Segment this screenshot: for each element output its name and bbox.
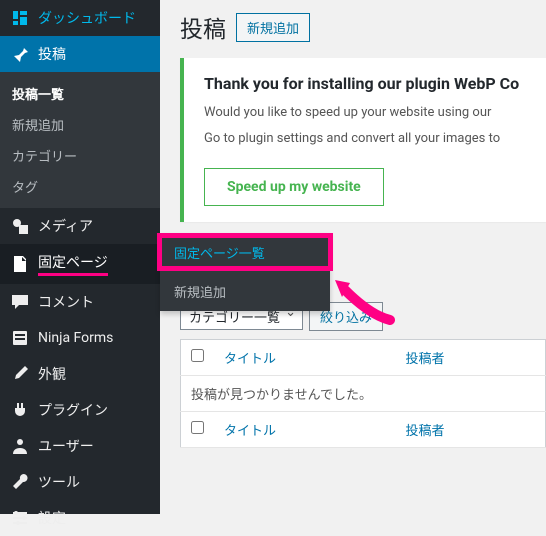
col-title-footer[interactable]: タイトル bbox=[214, 412, 395, 448]
submenu-posts-new[interactable]: 新規追加 bbox=[0, 109, 160, 140]
brush-icon bbox=[10, 364, 30, 384]
sidebar-label: 外観 bbox=[38, 364, 66, 384]
col-author-header[interactable]: 投稿者 bbox=[395, 340, 545, 376]
sidebar-item-comments[interactable]: コメント bbox=[0, 284, 160, 320]
submenu-posts-tags[interactable]: タグ bbox=[0, 171, 160, 202]
sidebar-item-appearance[interactable]: 外観 bbox=[0, 356, 160, 392]
plug-icon bbox=[10, 400, 30, 420]
sidebar-item-plugins[interactable]: プラグイン bbox=[0, 392, 160, 428]
plugin-notice: Thank you for installing our plugin WebP… bbox=[180, 58, 546, 222]
sidebar-label: ツール bbox=[38, 472, 80, 492]
pages-flyout-menu: 固定ページ一覧 新規追加 bbox=[160, 233, 330, 311]
no-posts-message: 投稿が見つかりませんでした。 bbox=[181, 376, 546, 412]
col-author-footer[interactable]: 投稿者 bbox=[395, 412, 545, 448]
sidebar-item-tools[interactable]: ツール bbox=[0, 464, 160, 500]
sidebar-label: コメント bbox=[38, 292, 94, 312]
posts-table: タイトル 投稿者 投稿が見つかりませんでした。 タイトル 投稿者 bbox=[180, 339, 546, 448]
sidebar-item-settings[interactable]: 設定 bbox=[0, 500, 160, 536]
sidebar-label: メディア bbox=[38, 216, 93, 236]
form-icon bbox=[10, 328, 30, 348]
sidebar-label: Ninja Forms bbox=[38, 330, 113, 346]
notice-line: Would you like to speed up your website … bbox=[204, 103, 526, 123]
user-icon bbox=[10, 436, 30, 456]
media-icon bbox=[10, 216, 30, 236]
select-all-header bbox=[181, 340, 215, 376]
sidebar-label: 固定ページ bbox=[38, 252, 108, 276]
sidebar-label: プラグイン bbox=[38, 400, 108, 420]
sidebar-label: 投稿 bbox=[38, 44, 66, 64]
sidebar-posts-submenu: 投稿一覧 新規追加 カテゴリー タグ bbox=[0, 72, 160, 208]
add-new-button[interactable]: 新規追加 bbox=[236, 13, 310, 42]
admin-sidebar: ダッシュボード 投稿 投稿一覧 新規追加 カテゴリー タグ メディア 固定ページ… bbox=[0, 0, 160, 514]
select-all-checkbox[interactable] bbox=[191, 349, 204, 362]
sidebar-label: 設定 bbox=[38, 508, 66, 528]
sidebar-item-users[interactable]: ユーザー bbox=[0, 428, 160, 464]
page-icon bbox=[10, 254, 30, 274]
notice-title: Thank you for installing our plugin WebP… bbox=[204, 74, 526, 93]
sidebar-label: ユーザー bbox=[38, 436, 94, 456]
comment-icon bbox=[10, 292, 30, 312]
flyout-pages-all[interactable]: 固定ページ一覧 bbox=[160, 233, 330, 272]
wrench-icon bbox=[10, 472, 30, 492]
sliders-icon bbox=[10, 508, 30, 528]
page-header: 投稿 新規追加 bbox=[180, 10, 546, 44]
pin-icon bbox=[10, 44, 30, 64]
sidebar-label: ダッシュボード bbox=[38, 8, 136, 28]
select-all-checkbox[interactable] bbox=[191, 421, 204, 434]
sidebar-item-posts[interactable]: 投稿 bbox=[0, 36, 160, 72]
flyout-pages-new[interactable]: 新規追加 bbox=[160, 272, 330, 311]
sidebar-item-ninja-forms[interactable]: Ninja Forms bbox=[0, 320, 160, 356]
select-all-footer bbox=[181, 412, 215, 448]
speed-up-button[interactable]: Speed up my website bbox=[204, 168, 384, 206]
notice-line: Go to plugin settings and convert all yo… bbox=[204, 129, 526, 149]
submenu-posts-categories[interactable]: カテゴリー bbox=[0, 140, 160, 171]
main-content: 投稿 新規追加 Thank you for installing our plu… bbox=[160, 0, 546, 448]
page-title: 投稿 bbox=[180, 10, 226, 44]
sidebar-item-dashboard[interactable]: ダッシュボード bbox=[0, 0, 160, 36]
sidebar-item-media[interactable]: メディア bbox=[0, 208, 160, 244]
table-empty-row: 投稿が見つかりませんでした。 bbox=[181, 376, 546, 412]
dashboard-icon bbox=[10, 8, 30, 28]
col-title-header[interactable]: タイトル bbox=[214, 340, 395, 376]
submenu-posts-all[interactable]: 投稿一覧 bbox=[0, 78, 160, 109]
sidebar-item-pages[interactable]: 固定ページ bbox=[0, 244, 160, 284]
